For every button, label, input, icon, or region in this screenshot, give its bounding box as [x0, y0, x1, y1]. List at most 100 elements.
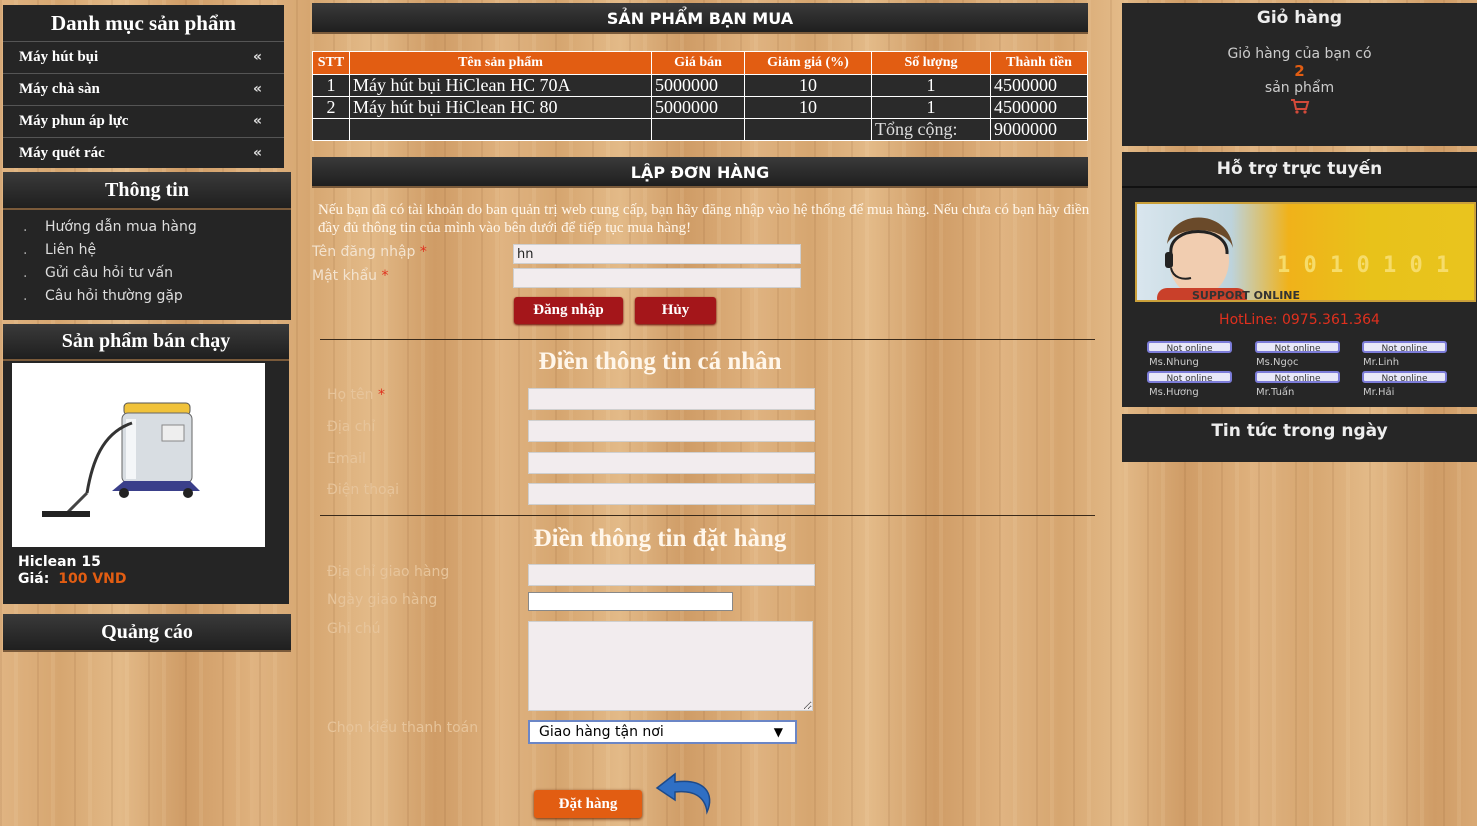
place-order-button[interactable]: Đặt hàng: [534, 790, 642, 818]
cart-icon-graphic: [1290, 99, 1309, 114]
ads-panel: Quảng cáo: [3, 614, 291, 654]
table-header: Số lượng: [871, 51, 991, 75]
address-label: Địa chỉ: [327, 419, 376, 435]
table-header: STT: [312, 51, 350, 75]
bestseller-name[interactable]: Hiclean 15: [18, 554, 101, 570]
table-cell: 4500000: [990, 74, 1088, 97]
table-cell: 5000000: [651, 74, 745, 97]
ship-address-label: Địa chỉ giao hàng: [327, 564, 450, 580]
cart-summary-panel: Giỏ hàng Giỏ hàng của bạn có 2 sản phẩm: [1122, 3, 1477, 146]
fullname-input[interactable]: [528, 388, 815, 410]
cart-summary-title: Giỏ hàng: [1256, 8, 1343, 28]
double-chevron-left-icon: «: [252, 145, 262, 161]
double-chevron-left-icon: «: [252, 49, 262, 65]
table-cell: [349, 118, 652, 141]
category-label: Máy phun áp lực: [19, 113, 129, 129]
total-label: Tổng cộng:: [871, 118, 991, 141]
support-status-button[interactable]: Not online: [1147, 371, 1232, 384]
username-label: Tên đăng nhập *: [312, 244, 427, 260]
back-arrow-graphic: [655, 772, 711, 815]
email-label: Email: [327, 451, 366, 467]
ship-address-input[interactable]: [528, 564, 815, 586]
required-mark: *: [377, 387, 385, 403]
info-item-contact[interactable]: . Liên hệ: [3, 239, 291, 262]
support-status-button[interactable]: Not online: [1147, 341, 1232, 354]
cart-count: 2: [1294, 62, 1305, 80]
category-label: Máy quét rác: [19, 145, 105, 161]
double-chevron-left-icon: «: [252, 113, 262, 129]
email-input[interactable]: [528, 452, 815, 474]
support-status-button[interactable]: Not online: [1255, 341, 1340, 354]
table-cell: Máy hút bụi HiClean HC 70A: [349, 74, 652, 97]
cart-summary-text2: sản phẩm: [1264, 80, 1335, 96]
support-status-button[interactable]: Not online: [1362, 341, 1447, 354]
username-input[interactable]: [513, 244, 801, 264]
table-cell: [744, 118, 872, 141]
ship-date-input[interactable]: [528, 592, 733, 611]
order-notice: Nếu bạn đã có tài khoản do ban quản trị …: [318, 202, 1090, 236]
product-image[interactable]: [12, 363, 265, 547]
info-item-ask[interactable]: . Gửi câu hỏi tư vấn: [3, 262, 291, 285]
table-header: Thành tiền: [990, 51, 1088, 75]
category-item-may-hut-bui[interactable]: Máy hút bụi «: [3, 42, 284, 74]
news-panel: Tin tức trong ngày: [1122, 414, 1477, 462]
support-panel: Hỗ trợ trực tuyến 1 0 1 0 1 0 1 SUPPORT …: [1122, 152, 1477, 407]
news-title: Tin tức trong ngày: [1211, 421, 1388, 441]
table-cell: 5000000: [651, 96, 745, 119]
phone-input[interactable]: [528, 483, 815, 505]
back-arrow-icon[interactable]: [653, 768, 719, 820]
note-textarea[interactable]: [528, 621, 813, 711]
table-header: Giá bán: [651, 51, 745, 75]
support-status-button[interactable]: Not online: [1255, 371, 1340, 384]
login-button[interactable]: Đăng nhập: [514, 297, 623, 324]
bestseller-panel: Sản phẩm bán chạy Hiclean 15 Giá: 100 VN…: [3, 324, 289, 604]
cart-table: STT Tên sản phẩm Giá bán Giảm giá (%) Số…: [312, 51, 1088, 141]
cancel-button[interactable]: Hủy: [635, 297, 716, 324]
order-info-title: Điền thông tin đặt hàng: [533, 525, 787, 552]
info-title: Thông tin: [3, 172, 291, 210]
table-cell: 10: [744, 96, 872, 119]
password-label-text: Mật khẩu: [312, 268, 378, 284]
category-item-may-cha-san[interactable]: Máy chà sàn «: [3, 74, 284, 106]
payment-select[interactable]: Giao hàng tận nơi ▼: [528, 720, 797, 744]
table-cell: 1: [871, 96, 991, 119]
support-status-button[interactable]: Not online: [1362, 371, 1447, 384]
required-mark: *: [381, 268, 389, 284]
table-cell: [651, 118, 745, 141]
cart-summary-text: Giỏ hàng của bạn có: [1227, 46, 1372, 62]
support-staff-name: Mr.Linh: [1363, 357, 1400, 368]
support-banner-text: SUPPORT ONLINE: [1192, 289, 1301, 302]
table-header: Giảm giá (%): [744, 51, 872, 75]
order-section-title: LẬP ĐƠN HÀNG: [312, 157, 1088, 188]
category-item-may-quet-rac[interactable]: Máy quét rác «: [3, 138, 284, 169]
ship-date-label: Ngày giao hàng: [327, 592, 438, 608]
phone-label: Điện thoại: [327, 482, 400, 498]
table-header-row: STT Tên sản phẩm Giá bán Giảm giá (%) Số…: [312, 51, 1088, 75]
vacuum-cleaner-image: [42, 402, 200, 517]
table-cell: [312, 118, 350, 141]
required-mark: *: [419, 244, 427, 260]
info-item-label: Gửi câu hỏi tư vấn: [45, 265, 173, 281]
shopping-cart-icon[interactable]: [1122, 98, 1477, 119]
svg-text:1 0 1 0 1 0 1: 1 0 1 0 1 0 1: [1277, 253, 1449, 278]
table-cell: 1: [871, 74, 991, 97]
address-input[interactable]: [528, 420, 815, 442]
table-row: 2 Máy hút bụi HiClean HC 80 5000000 10 1…: [312, 96, 1088, 119]
category-item-may-phun-ap-luc[interactable]: Máy phun áp lực «: [3, 106, 284, 138]
hotline-text: HotLine: 0975.361.364: [1219, 312, 1380, 328]
bullet-icon: .: [23, 219, 28, 235]
cart-table-wrap: STT Tên sản phẩm Giá bán Giảm giá (%) Số…: [312, 51, 1088, 141]
support-staff-name: Mr.Hải: [1363, 387, 1395, 398]
fullname-label: Họ tên *: [327, 387, 385, 403]
bestseller-title: Sản phẩm bán chạy: [3, 324, 289, 361]
table-cell: 2: [312, 96, 350, 119]
info-item-guide[interactable]: . Hướng dẫn mua hàng: [3, 216, 291, 239]
table-cell: 4500000: [990, 96, 1088, 119]
info-item-faq[interactable]: . Câu hỏi thường gặp: [3, 285, 291, 308]
table-row: 1 Máy hút bụi HiClean HC 70A 5000000 10 …: [312, 74, 1088, 97]
payment-selected-value: Giao hàng tận nơi: [539, 724, 664, 740]
price-label: Giá:: [18, 571, 50, 587]
info-item-label: Câu hỏi thường gặp: [45, 288, 183, 304]
category-title: Danh mục sản phẩm: [3, 5, 284, 42]
password-input[interactable]: [513, 268, 801, 288]
